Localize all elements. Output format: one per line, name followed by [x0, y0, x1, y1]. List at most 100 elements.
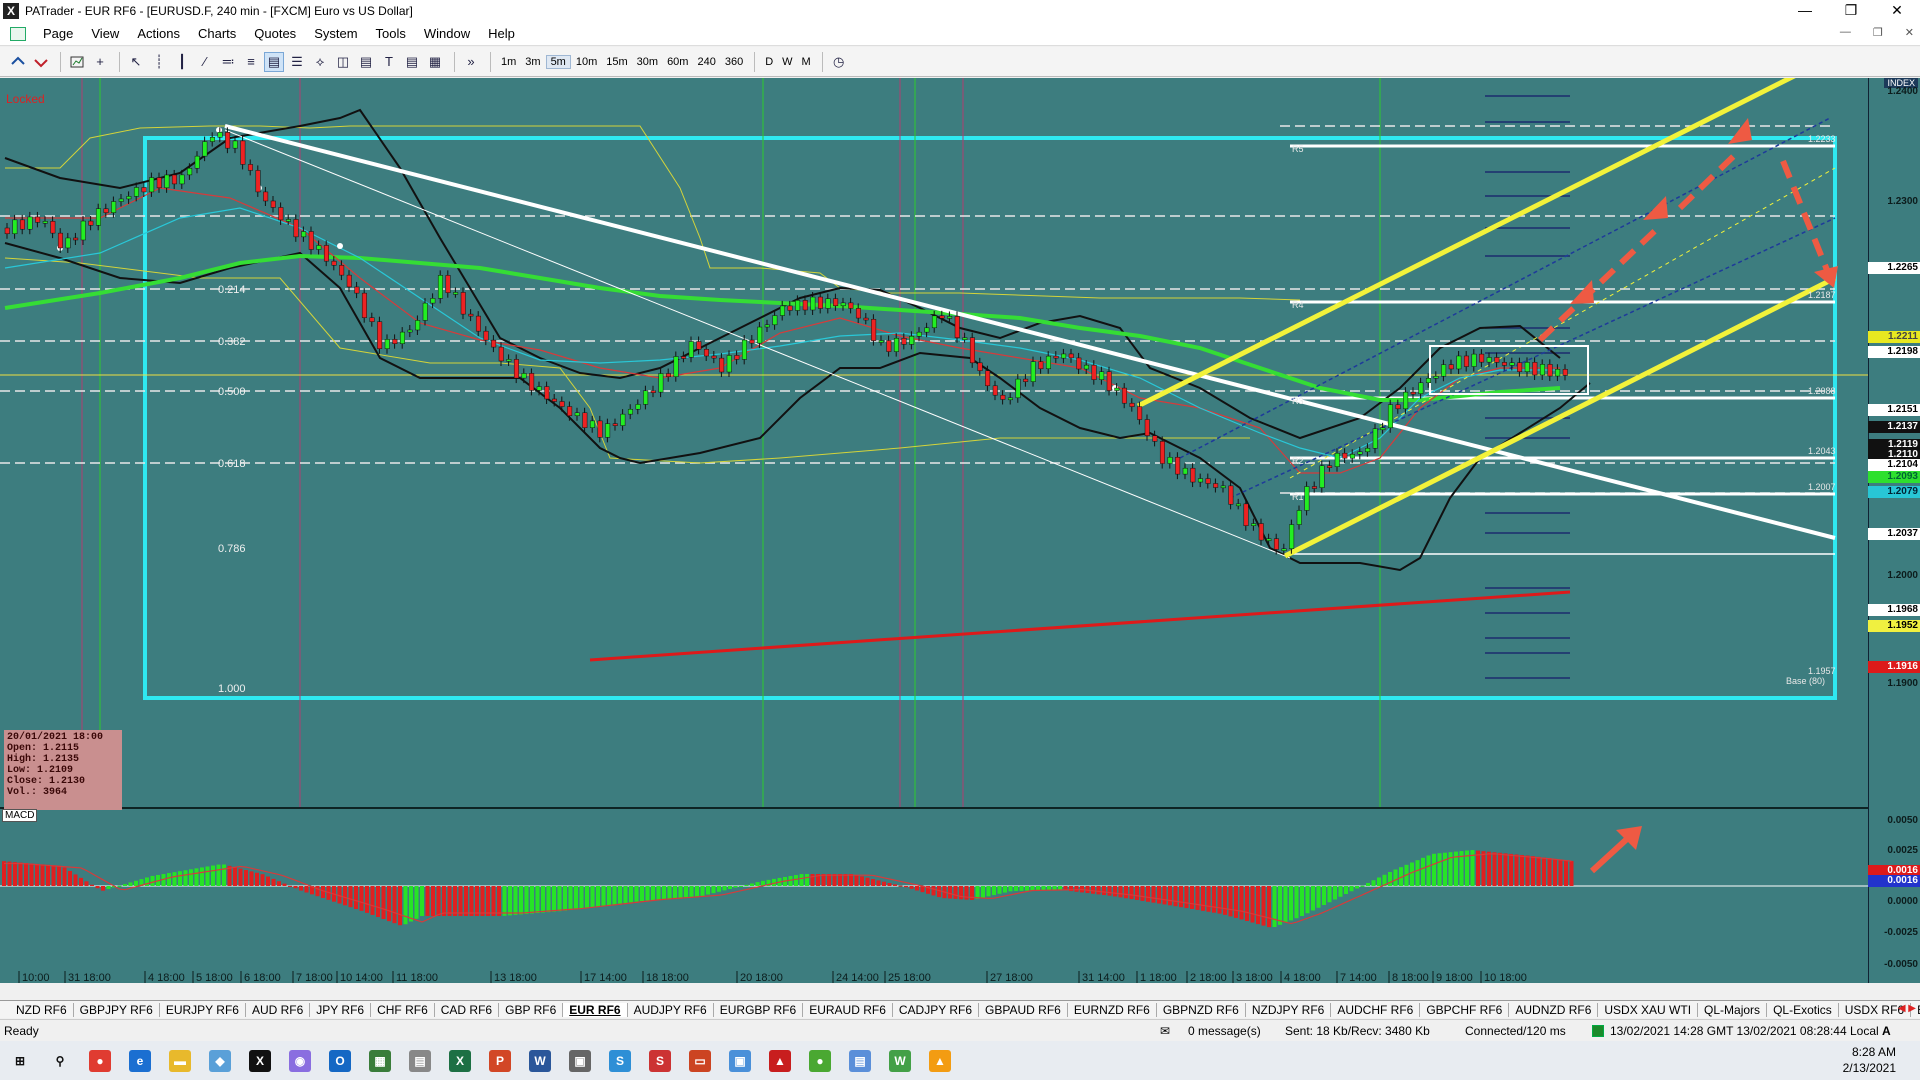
menu-window[interactable]: Window [415, 26, 479, 41]
price-chart-canvas[interactable]: 0.2140.3820.5000.6180.7861.000 R5R4R3R2R… [0, 78, 1868, 983]
menu-help[interactable]: Help [479, 26, 524, 41]
timeframe-240[interactable]: 240 [693, 56, 719, 68]
pivot-icon[interactable]: ▤ [356, 52, 376, 72]
excel-icon[interactable]: X [440, 1041, 480, 1080]
minimize-icon[interactable]: — [1782, 0, 1828, 22]
mdi-minimize-icon[interactable]: — [1840, 26, 1851, 39]
timeframe-1m[interactable]: 1m [497, 56, 520, 68]
templates-icon[interactable]: ▦ [425, 52, 445, 72]
tab-scroll-arrows[interactable]: ◀ ▶ [1898, 1003, 1916, 1014]
symbol-tab[interactable]: AUDJPY RF6 [628, 1002, 714, 1017]
symbol-tab[interactable]: QL-Majors [1698, 1002, 1768, 1017]
windows-start-icon[interactable]: ⊞ [0, 1041, 40, 1080]
chrome-icon[interactable]: ● [80, 1041, 120, 1080]
outlook-icon[interactable]: O [320, 1041, 360, 1080]
symbol-tab[interactable]: QL-Exotics [1767, 1002, 1839, 1017]
cycle-lines-icon[interactable]: ◫ [333, 52, 353, 72]
timeframe-30m[interactable]: 30m [633, 56, 662, 68]
order-icon[interactable] [31, 52, 51, 72]
symbol-tab[interactable]: EURJPY RF6 [160, 1002, 246, 1017]
powerpoint-icon[interactable]: P [480, 1041, 520, 1080]
menu-system[interactable]: System [305, 26, 366, 41]
file-explorer-icon[interactable]: ▬ [160, 1041, 200, 1080]
app-icon[interactable]: S [600, 1041, 640, 1080]
font-size-icon[interactable]: A [1882, 1024, 1891, 1038]
new-chart-icon[interactable] [67, 52, 87, 72]
app-icon[interactable]: ▲ [760, 1041, 800, 1080]
clock-icon[interactable]: ◷ [829, 52, 849, 72]
close-icon[interactable]: ✕ [1874, 0, 1920, 22]
word-icon[interactable]: W [520, 1041, 560, 1080]
symbol-tab[interactable]: GBP RF6 [499, 1002, 564, 1017]
price-axis[interactable]: INDEX 1.2400 1.2300 1.2265 1.2211 1.2198… [1868, 78, 1920, 983]
menu-quotes[interactable]: Quotes [245, 26, 305, 41]
symbol-tab[interactable]: EURNZD RF6 [1068, 1002, 1157, 1017]
chart-area[interactable]: 0.214 0.382 0.500 0.618 0.786 1.000 R5 R4 R3 R2 R… [0, 78, 1920, 983]
app-icon[interactable]: ▲ [920, 1041, 960, 1080]
descending-trendline[interactable] [224, 124, 1836, 540]
fibonacci-icon[interactable]: ≡ [241, 52, 261, 72]
app-icon[interactable]: ◉ [280, 1041, 320, 1080]
more-tools-icon[interactable]: » [461, 52, 481, 72]
fib-extension-icon[interactable]: ☰ [287, 52, 307, 72]
channel-icon[interactable]: ≕ [218, 52, 238, 72]
symbol-tab[interactable]: AUD RF6 [246, 1002, 311, 1017]
mdi-restore-icon[interactable]: ❐ [1873, 26, 1883, 39]
edge-icon[interactable]: e [120, 1041, 160, 1080]
status-messages[interactable]: 0 message(s) [1188, 1024, 1261, 1038]
timeframe-360[interactable]: 360 [721, 56, 747, 68]
restore-icon[interactable]: ❐ [1828, 0, 1874, 22]
menu-page[interactable]: Page [34, 26, 82, 41]
symbol-tab[interactable]: JPY RF6 [310, 1002, 372, 1017]
patrader-icon[interactable]: X [240, 1041, 280, 1080]
app-icon[interactable]: ▤ [840, 1041, 880, 1080]
chart-menu-icon[interactable] [10, 26, 26, 41]
symbol-tab[interactable]: USDX XAU WTI [1598, 1002, 1699, 1017]
symbol-tab[interactable]: EURAUD RF6 [803, 1002, 893, 1017]
app-icon[interactable]: ▣ [720, 1041, 760, 1080]
app-icon[interactable]: S [640, 1041, 680, 1080]
app-icon[interactable]: ▤ [400, 1041, 440, 1080]
mdi-close-icon[interactable]: ✕ [1905, 26, 1914, 39]
menu-charts[interactable]: Charts [189, 26, 245, 41]
symbol-tab[interactable]: GBPCHF RF6 [1420, 1002, 1510, 1017]
mail-icon[interactable]: ✉ [1160, 1024, 1170, 1038]
gann-fan-icon[interactable]: ⟡ [310, 52, 330, 72]
symbol-tab[interactable]: GBPAUD RF6 [979, 1002, 1068, 1017]
crosshair-icon[interactable]: + [90, 52, 110, 72]
symbol-tab[interactable]: GBPNZD RF6 [1157, 1002, 1246, 1017]
timeframe-60m[interactable]: 60m [663, 56, 692, 68]
symbol-tab[interactable]: CAD RF6 [435, 1002, 500, 1017]
symbol-tab[interactable]: NZDJPY RF6 [1246, 1002, 1332, 1017]
fibonacci-box[interactable] [143, 136, 1837, 700]
timeframe-weekly[interactable]: W [778, 56, 796, 68]
buy-sell-icon[interactable] [8, 52, 28, 72]
symbol-tab[interactable]: CHF RF6 [371, 1002, 435, 1017]
calculator-icon[interactable]: ▦ [360, 1041, 400, 1080]
timeframe-3m[interactable]: 3m [521, 56, 544, 68]
symbol-tab[interactable]: GBPJPY RF6 [74, 1002, 160, 1017]
vertical-line-icon[interactable]: ┃ [172, 52, 192, 72]
app-icon[interactable]: ▣ [560, 1041, 600, 1080]
symbol-tab[interactable]: CADJPY RF6 [893, 1002, 980, 1017]
app-icon[interactable]: ▭ [680, 1041, 720, 1080]
cursor-icon[interactable]: ↖ [126, 52, 146, 72]
symbol-tab[interactable]: NZD RF6 [10, 1002, 74, 1017]
menu-actions[interactable]: Actions [128, 26, 189, 41]
timeframe-5m[interactable]: 5m [545, 54, 571, 69]
menu-view[interactable]: View [82, 26, 128, 41]
app-icon[interactable]: ● [800, 1041, 840, 1080]
symbol-tab[interactable]: EUR RF6 [563, 1002, 628, 1017]
trendline-icon[interactable]: ∕ [195, 52, 215, 72]
timeframe-daily[interactable]: D [761, 56, 777, 68]
search-icon[interactable]: ⚲ [40, 1041, 80, 1080]
taskbar-clock[interactable]: 8:28 AM 2/13/2021 [1843, 1044, 1896, 1076]
channel-upper-line[interactable] [1136, 78, 1820, 409]
symbol-tab[interactable]: EURGBP RF6 [714, 1002, 804, 1017]
symbol-tab[interactable]: AUDNZD RF6 [1509, 1002, 1599, 1017]
levels-icon[interactable]: ▤ [402, 52, 422, 72]
timeframe-10m[interactable]: 10m [572, 56, 601, 68]
symbol-tab[interactable]: AUDCHF RF6 [1331, 1002, 1421, 1017]
app-icon[interactable]: ◆ [200, 1041, 240, 1080]
menu-tools[interactable]: Tools [367, 26, 415, 41]
